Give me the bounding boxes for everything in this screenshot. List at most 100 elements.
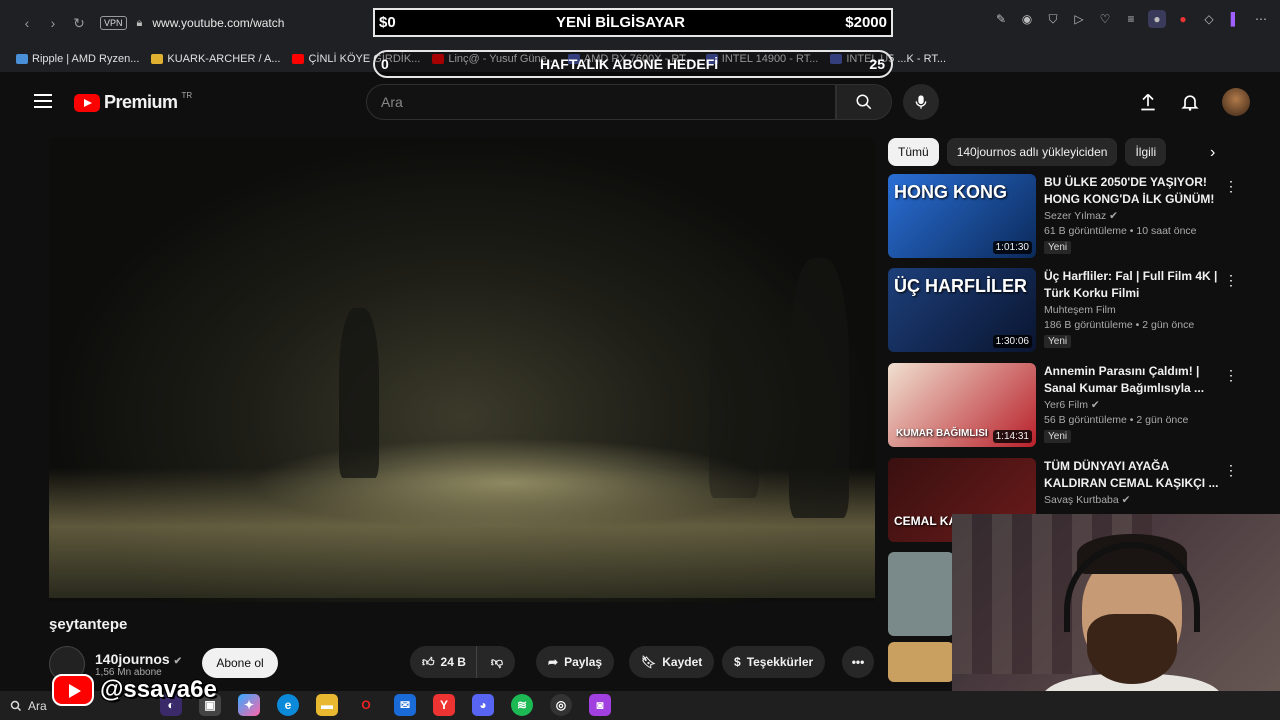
mail-icon[interactable]: ✉ — [394, 694, 416, 716]
overflow-icon[interactable]: ⋯ — [1252, 10, 1270, 28]
video-thumbnail[interactable]: ÜÇ HARFLİLER 1:30:06 — [888, 268, 1036, 352]
search-icon — [10, 700, 22, 711]
more-actions-button[interactable]: ••• — [842, 646, 874, 678]
vpn-badge[interactable]: VPN — [100, 16, 127, 30]
shield-icon[interactable]: ⛉ — [1044, 10, 1062, 28]
more-options-icon[interactable]: ⋮ — [1224, 367, 1238, 384]
search-icon — [856, 94, 872, 110]
verified-icon: ✔ — [1121, 493, 1131, 506]
menu-icon[interactable] — [34, 94, 52, 108]
recommendation-title[interactable]: TÜM DÜNYAYI AYAĞA KALDIRAN CEMAL KAŞIKÇI… — [1044, 458, 1222, 492]
recommendation-channel[interactable]: Muhteşem Film — [1044, 304, 1222, 316]
address-bar[interactable]: www.youtube.com/watch — [152, 16, 284, 30]
new-badge: Yeni — [1044, 334, 1072, 348]
account-avatar[interactable] — [1222, 88, 1250, 116]
recommendation-item[interactable]: ÜÇ HARFLİLER 1:30:06 Üç Harfliler: Fal |… — [888, 268, 1268, 354]
video-thumbnail[interactable]: KUMAR BAĞIMLISI 1:14:31 — [888, 363, 1036, 447]
sub-goal-end-value: 25 — [869, 56, 885, 72]
recommendation-item[interactable]: HONG KONG 1:01:30 BU ÜLKE 2050'DE YAŞIYO… — [888, 174, 1268, 260]
video-figure — [339, 308, 379, 478]
profile-icon[interactable]: ● — [1148, 10, 1166, 28]
notification-extension-icon[interactable]: ● — [1174, 10, 1192, 28]
chip-from-uploader[interactable]: 140journos adlı yükleyiciden — [946, 138, 1118, 166]
recommendation-title[interactable]: Üç Harfliler: Fal | Full Film 4K | Türk … — [1044, 268, 1222, 302]
chip-all[interactable]: Tümü — [888, 138, 939, 166]
subscriber-goal-bar: 0 HAFTALIK ABONE HEDEFİ 25 — [373, 50, 893, 78]
video-thumbnail[interactable] — [888, 642, 954, 682]
chip-related[interactable]: İlgili — [1125, 138, 1167, 166]
cube-icon[interactable]: ◇ — [1200, 10, 1218, 28]
video-thumbnail[interactable] — [888, 552, 954, 636]
reload-icon[interactable]: ↻ — [66, 10, 92, 36]
app-icon[interactable]: ◙ — [589, 694, 611, 716]
edge-icon[interactable]: e — [277, 694, 299, 716]
yandex-browser-icon[interactable]: Y — [433, 694, 455, 716]
search-input[interactable]: Ara — [366, 84, 836, 120]
recommendation-item[interactable]: KUMAR BAĞIMLISI 1:14:31 Annemin Parasını… — [888, 363, 1268, 449]
goal-title: YENİ BİLGİSAYAR — [556, 14, 685, 31]
youtube-premium-logo[interactable]: Premium TR — [74, 91, 192, 113]
more-options-icon[interactable]: ⋮ — [1224, 178, 1238, 195]
bookmark-item[interactable]: KUARK-ARCHER / A... — [151, 53, 280, 65]
recommendation-title[interactable]: Annemin Parasını Çaldım! | Sanal Kumar B… — [1044, 363, 1222, 397]
search-button[interactable] — [836, 84, 892, 120]
forward-icon[interactable]: › — [40, 10, 66, 36]
share-icon: ➦ — [548, 655, 559, 669]
video-duration: 1:01:30 — [992, 241, 1032, 254]
video-duration: 1:30:06 — [992, 335, 1032, 348]
recommendation-title[interactable]: BU ÜLKE 2050'DE YAŞIYOR! HONG KONG'DA İL… — [1044, 174, 1222, 208]
file-explorer-icon[interactable]: ▬ — [316, 694, 338, 716]
new-badge: Yeni — [1044, 429, 1072, 443]
list-icon[interactable]: ≡ — [1122, 10, 1140, 28]
chevron-right-icon[interactable]: › — [1210, 144, 1215, 162]
youtube-logo-icon — [52, 674, 94, 706]
streamer-handle: @ssava6e — [52, 674, 217, 706]
verified-icon: ✔ — [173, 655, 182, 667]
more-icon: ••• — [851, 655, 865, 669]
camera-icon[interactable]: ◉ — [1018, 10, 1036, 28]
voice-search-button[interactable] — [903, 84, 939, 120]
upload-icon[interactable] — [1138, 92, 1158, 112]
heart-icon[interactable]: ♡ — [1096, 10, 1114, 28]
more-options-icon[interactable]: ⋮ — [1224, 462, 1238, 479]
copilot-icon[interactable]: ✦ — [238, 694, 260, 716]
thanks-icon: $ — [734, 655, 741, 669]
verified-icon: ✔ — [1090, 398, 1100, 411]
video-figure — [709, 298, 759, 498]
recommendation-meta: 186 B görüntüleme • 2 gün önce — [1044, 318, 1195, 331]
video-title: şeytantepe — [49, 616, 128, 633]
recommendation-channel[interactable]: Savaş Kurtbaba ✔ — [1044, 494, 1222, 506]
video-thumbnail[interactable]: HONG KONG 1:01:30 — [888, 174, 1036, 258]
like-button[interactable]: 👍︎ 24 B — [410, 646, 477, 678]
recommendation-meta: 56 B görüntüleme • 2 gün önce — [1044, 413, 1189, 426]
streamer-webcam — [952, 514, 1280, 720]
obs-icon[interactable]: ◎ — [550, 694, 572, 716]
goal-start-value: $0 — [379, 14, 396, 31]
opera-icon[interactable]: O — [355, 694, 377, 716]
youtube-header: Premium TR Ara — [10, 78, 1280, 128]
goal-end-value: $2000 — [845, 14, 887, 31]
save-button[interactable]: 🔖︎ Kaydet — [629, 646, 715, 678]
dislike-button[interactable]: 👎︎ — [483, 655, 515, 670]
discord-icon[interactable]: ◕ — [472, 694, 494, 716]
more-options-icon[interactable]: ⋮ — [1224, 272, 1238, 289]
channel-name[interactable]: 140journos ✔ — [95, 651, 182, 667]
edit-icon[interactable]: ✎ — [992, 10, 1010, 28]
recommendation-channel[interactable]: Sezer Yılmaz ✔ — [1044, 210, 1222, 222]
thanks-button[interactable]: $ Teşekkürler — [722, 646, 826, 678]
video-player[interactable] — [49, 138, 875, 602]
notifications-bell-icon[interactable] — [1180, 92, 1200, 112]
sidebar-icon[interactable]: ▌ — [1226, 10, 1244, 28]
share-button[interactable]: ➦ Paylaş — [536, 646, 615, 678]
spotify-icon[interactable]: ≋ — [511, 694, 533, 716]
sub-goal-title: HAFTALIK ABONE HEDEFİ — [540, 56, 719, 72]
browser-extension-icons: ✎ ◉ ⛉ ▷ ♡ ≡ ● ● ◇ ▌ ⋯ — [992, 10, 1280, 28]
verified-icon: ✔ — [1109, 209, 1118, 222]
bookmark-item[interactable]: Ripple | AMD Ryzen... — [16, 53, 139, 65]
bookmark-icon: 🔖︎ — [641, 655, 657, 669]
video-duration: 1:14:31 — [992, 430, 1032, 443]
back-icon[interactable]: ‹ — [14, 10, 40, 36]
play-icon[interactable]: ▷ — [1070, 10, 1088, 28]
recommendation-channel[interactable]: Yer6 Film ✔ — [1044, 399, 1222, 411]
new-badge: Yeni — [1044, 240, 1072, 254]
